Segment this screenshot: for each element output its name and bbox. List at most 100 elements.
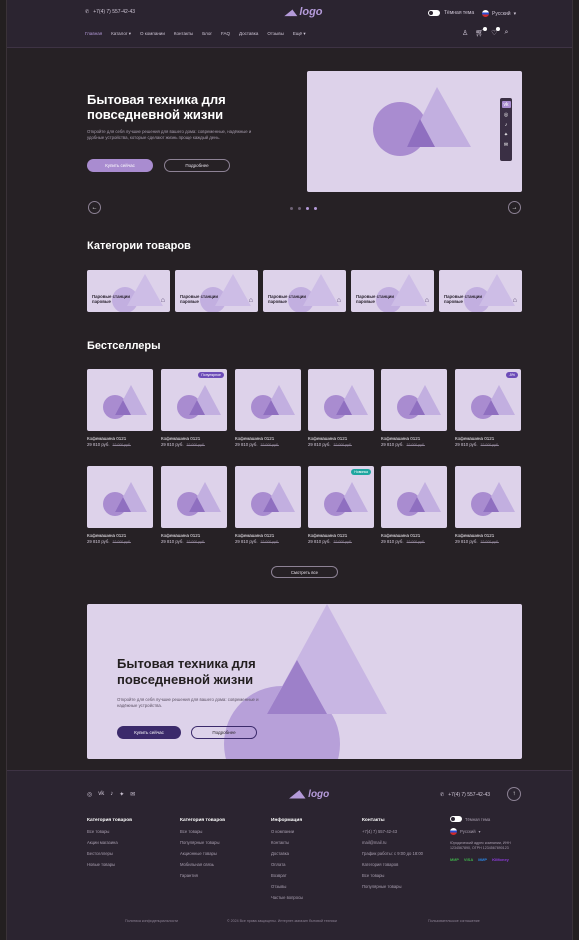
footer-link[interactable]: Новые товары: [87, 862, 132, 867]
product-card[interactable]: Кофемашина 0121 29 810 руб. 32 000 руб.: [87, 466, 153, 544]
category-card[interactable]: Паровые станции паровые ⌂: [87, 270, 170, 312]
product-image[interactable]: Новинка: [308, 466, 374, 528]
nav-item-about[interactable]: О компании: [140, 31, 165, 37]
nav-item-contacts[interactable]: Контакты: [174, 31, 193, 37]
mail-icon[interactable]: ✉: [502, 141, 511, 148]
product-name[interactable]: Кофемашина 0121: [381, 533, 447, 538]
mail-icon[interactable]: ✉: [130, 791, 135, 798]
product-card[interactable]: Кофемашина 0121 29 810 руб. 32 000 руб.: [381, 466, 447, 544]
header-logo[interactable]: ◢◣ logo: [285, 6, 323, 18]
footer-link[interactable]: Контакты: [271, 840, 303, 845]
product-name[interactable]: Кофемашина 0121: [161, 533, 227, 538]
product-image[interactable]: [235, 466, 301, 528]
hero-next-button[interactable]: →: [508, 201, 521, 214]
footer-link[interactable]: mail@mail.ru: [362, 840, 423, 845]
hero-more-button[interactable]: Подробнее: [164, 159, 230, 172]
nav-item-catalog[interactable]: Каталог ▾: [111, 31, 131, 37]
product-card[interactable]: Кофемашина 0121 29 810 руб. 32 000 руб.: [308, 369, 374, 447]
pagination-dot-active[interactable]: [306, 207, 309, 210]
footer-link[interactable]: Все товары: [362, 873, 423, 878]
footer-link[interactable]: Отзывы: [271, 884, 303, 889]
product-card[interactable]: Новинка Кофемашина 0121 29 810 руб. 32 000 …: [308, 466, 374, 544]
search-icon[interactable]: ⌕: [504, 29, 508, 37]
product-card[interactable]: Кофемашина 0121 29 810 руб. 32 000 руб.: [235, 369, 301, 447]
product-name[interactable]: Кофемашина 0121: [235, 533, 301, 538]
footer-link[interactable]: Категория товаров: [362, 862, 423, 867]
heart-icon[interactable]: ♡: [491, 27, 501, 37]
category-card[interactable]: Паровые станции паровые ⌂: [263, 270, 346, 312]
footer-link[interactable]: Все товары: [87, 829, 132, 834]
hero-prev-button[interactable]: ←: [88, 201, 101, 214]
banner-more-button[interactable]: Подробнее: [191, 726, 257, 739]
category-card[interactable]: Паровые станции паровые ⌂: [175, 270, 258, 312]
footer-link[interactable]: График работы: с 9:00 до 18:00: [362, 851, 423, 856]
nav-item-more[interactable]: Ещё ▾: [293, 31, 306, 37]
pagination-dot[interactable]: [314, 207, 317, 210]
pagination-dot[interactable]: [290, 207, 293, 210]
footer-link[interactable]: Акции магазина: [87, 840, 132, 845]
footer-link[interactable]: Популярные товары: [362, 884, 423, 889]
pagination-dot[interactable]: [298, 207, 301, 210]
product-image[interactable]: [381, 369, 447, 431]
twitter-icon[interactable]: ✦: [119, 791, 124, 798]
product-name[interactable]: Кофемашина 0121: [161, 436, 227, 441]
ok-icon[interactable]: ◎: [502, 111, 511, 118]
product-card[interactable]: -5% Кофемашина 0121 29 810 руб. 32 000 руб.: [455, 369, 521, 447]
product-image[interactable]: [87, 369, 153, 431]
product-card[interactable]: Кофемашина 0121 29 810 руб. 32 000 руб.: [87, 369, 153, 447]
nav-item-blog[interactable]: Блог: [202, 31, 212, 37]
nav-item-delivery[interactable]: Доставка: [239, 31, 258, 37]
twitter-icon[interactable]: ✦: [502, 131, 511, 138]
footer-link[interactable]: Популярные товары: [180, 840, 225, 845]
product-card[interactable]: Кофемашина 0121 29 810 руб. 32 000 руб.: [455, 466, 521, 544]
tiktok-icon[interactable]: ♪: [502, 121, 511, 128]
footer-link[interactable]: Все товары: [180, 829, 225, 834]
product-card[interactable]: Кофемашина 0121 29 810 руб. 32 000 руб.: [381, 369, 447, 447]
footer-phone[interactable]: ✆ +7(4) 7) 557-42-43: [440, 792, 490, 798]
footer-link[interactable]: Бестселлеры: [87, 851, 132, 856]
tiktok-icon[interactable]: ♪: [110, 791, 113, 798]
see-all-button[interactable]: Смотреть все: [271, 566, 338, 578]
vk-icon[interactable]: vk: [98, 791, 104, 798]
product-image[interactable]: [87, 466, 153, 528]
scroll-top-button[interactable]: ↑: [507, 787, 521, 801]
product-name[interactable]: Кофемашина 0121: [455, 533, 521, 538]
nav-item-reviews[interactable]: Отзывы: [267, 31, 283, 37]
product-card[interactable]: Кофемашина 0121 29 810 руб. 32 000 руб.: [161, 466, 227, 544]
privacy-link[interactable]: Политика конфиденциальности: [125, 919, 178, 923]
product-name[interactable]: Кофемашина 0121: [308, 436, 374, 441]
category-card[interactable]: Паровые станции паровые ⌂: [439, 270, 522, 312]
footer-link[interactable]: Мобильная связь: [180, 862, 225, 867]
banner-buy-button[interactable]: Купить сейчас: [117, 726, 181, 739]
hero-buy-button[interactable]: Купить сейчас: [87, 159, 153, 172]
footer-link[interactable]: +7(4) 7) 557-42-43: [362, 829, 423, 834]
product-image[interactable]: [161, 466, 227, 528]
product-name[interactable]: Кофемашина 0121: [455, 436, 521, 441]
category-card[interactable]: Паровые станции паровые ⌂: [351, 270, 434, 312]
user-icon[interactable]: ♙: [462, 29, 468, 37]
product-image[interactable]: [455, 466, 521, 528]
footer-link[interactable]: Возврат: [271, 873, 303, 878]
ok-icon[interactable]: ◎: [87, 791, 92, 798]
product-image[interactable]: Популярное: [161, 369, 227, 431]
product-name[interactable]: Кофемашина 0121: [235, 436, 301, 441]
footer-link[interactable]: Доставка: [271, 851, 303, 856]
product-name[interactable]: Кофемашина 0121: [308, 533, 374, 538]
product-image[interactable]: [235, 369, 301, 431]
footer-link[interactable]: Гарантия: [180, 873, 225, 878]
product-name[interactable]: Кофемашина 0121: [381, 436, 447, 441]
product-name[interactable]: Кофемашина 0121: [87, 436, 153, 441]
product-image[interactable]: [381, 466, 447, 528]
language-select[interactable]: Русский ▾: [482, 10, 516, 17]
footer-link[interactable]: Оплата: [271, 862, 303, 867]
vk-icon[interactable]: vk: [501, 101, 511, 108]
product-card[interactable]: Популярное Кофемашина 0121 29 810 руб. 32 0…: [161, 369, 227, 447]
theme-toggle[interactable]: Тёмная тема: [428, 10, 474, 16]
footer-link[interactable]: Частые вопросы: [271, 895, 303, 900]
footer-theme-toggle[interactable]: Тёмная тема: [450, 816, 530, 822]
product-image[interactable]: -5%: [455, 369, 521, 431]
header-phone[interactable]: ✆ +7(4) 7) 557-42-43: [85, 9, 135, 15]
product-image[interactable]: [308, 369, 374, 431]
footer-link[interactable]: О компании: [271, 829, 303, 834]
footer-logo[interactable]: ◢◣ logo: [290, 789, 329, 800]
